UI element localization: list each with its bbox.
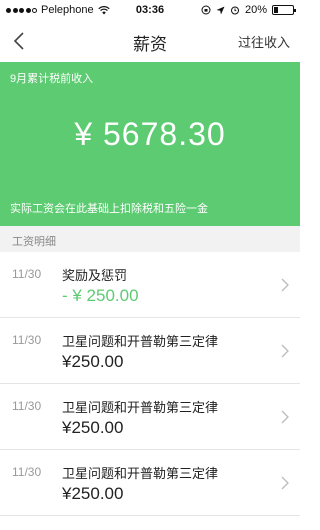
navigation-bar: 薪资 过往收入 <box>0 20 300 62</box>
item-amount: ¥250.00 <box>62 484 124 503</box>
item-amount: ¥250.00 <box>62 418 124 437</box>
battery-percent: 20% <box>244 4 267 16</box>
income-summary-amount: ¥ 5678.30 <box>74 116 226 152</box>
income-summary-card: 9月累计税前收入 ¥ 5678.30 实际工资会在此基础上扣除税和五险一金 <box>0 62 300 226</box>
chevron-right-icon <box>281 476 289 490</box>
item-date: 11/30 <box>12 465 42 479</box>
salary-detail-list: 11/30 奖励及惩罚 - ¥ 250.00 11/30 卫星问题和开普勒第三定… <box>0 252 300 516</box>
list-item[interactable]: 11/30 卫星问题和开普勒第三定律 ¥250.00 <box>0 318 300 384</box>
status-right: 20% <box>201 4 296 16</box>
location-icon <box>216 6 225 14</box>
item-date: 11/30 <box>12 399 42 413</box>
item-description: 奖励及惩罚 <box>62 268 128 283</box>
orientation-lock-icon <box>201 5 211 15</box>
item-date: 11/30 <box>12 267 42 281</box>
list-item[interactable]: 11/30 卫星问题和开普勒第三定律 ¥250.00 <box>0 450 300 516</box>
list-item[interactable]: 11/30 奖励及惩罚 - ¥ 250.00 <box>0 252 300 318</box>
income-summary-label: 9月累计税前收入 <box>10 73 94 85</box>
alarm-icon <box>230 6 239 15</box>
item-description: 卫星问题和开普勒第三定律 <box>62 466 219 481</box>
item-amount: ¥250.00 <box>62 352 124 371</box>
list-item[interactable]: 11/30 卫星问题和开普勒第三定律 ¥250.00 <box>0 384 300 450</box>
item-date: 11/30 <box>12 333 42 347</box>
income-summary-note: 实际工资会在此基础上扣除税和五险一金 <box>10 203 208 215</box>
item-description: 卫星问题和开普勒第三定律 <box>62 334 219 349</box>
chevron-right-icon <box>281 344 289 358</box>
section-title: 工资明细 <box>12 236 56 248</box>
battery-icon <box>272 5 296 15</box>
status-bar: Pelephone 03:36 20% <box>0 0 300 20</box>
chevron-right-icon <box>281 278 289 292</box>
past-income-button[interactable]: 过往收入 <box>238 32 290 51</box>
item-amount: - ¥ 250.00 <box>62 286 139 305</box>
chevron-right-icon <box>281 410 289 424</box>
section-header: 工资明细 <box>0 226 300 252</box>
item-description: 卫星问题和开普勒第三定律 <box>62 400 219 415</box>
